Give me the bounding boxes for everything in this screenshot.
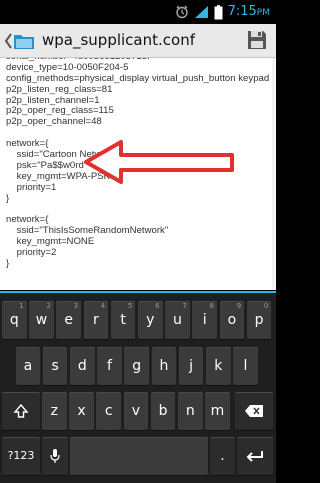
key-a-label: a bbox=[23, 358, 33, 374]
key-v-label: v bbox=[131, 403, 141, 419]
status-icons: 7:15PM bbox=[175, 3, 270, 21]
key-l-label: l bbox=[243, 358, 248, 374]
editor-line[interactable]: } bbox=[6, 258, 269, 270]
key-d-label: d bbox=[77, 358, 87, 374]
shift-icon bbox=[13, 403, 29, 418]
editor-scrollbar[interactable] bbox=[272, 58, 275, 290]
key-l[interactable]: l bbox=[233, 347, 258, 385]
editor-line[interactable]: p2p_listen_reg_class=81 bbox=[6, 84, 269, 96]
key-u[interactable]: u7 bbox=[165, 301, 190, 339]
keyboard-divider bbox=[0, 291, 276, 293]
key-q-label: q bbox=[9, 312, 19, 328]
enter-key[interactable] bbox=[237, 437, 273, 475]
key-e[interactable]: e3 bbox=[56, 301, 81, 339]
key-p-label: p bbox=[254, 312, 264, 328]
key-w[interactable]: w2 bbox=[29, 301, 54, 339]
key-x[interactable]: x bbox=[69, 392, 94, 430]
editor-line[interactable]: } bbox=[6, 193, 269, 205]
key-t[interactable]: t5 bbox=[110, 301, 136, 339]
key-p-hint: 0 bbox=[263, 302, 269, 310]
page-title: wpa_supplicant.conf bbox=[42, 31, 195, 49]
text-editor[interactable]: serial_number=4d0036e1203713fdevice_type… bbox=[0, 58, 276, 290]
status-bar: 7:15PM bbox=[0, 0, 276, 24]
editor-line[interactable]: priority=1 bbox=[6, 182, 269, 194]
clock: 7:15PM bbox=[227, 3, 270, 19]
signal-icon bbox=[194, 6, 208, 18]
key-y[interactable]: y6 bbox=[138, 301, 163, 339]
key-h[interactable]: h bbox=[151, 347, 177, 385]
key-i-label: i bbox=[202, 312, 207, 328]
key-r-hint: 4 bbox=[100, 302, 106, 310]
editor-line[interactable]: p2p_oper_channel=48 bbox=[6, 116, 269, 128]
key-i-hint: 8 bbox=[209, 302, 214, 310]
key-g-label: g bbox=[132, 358, 142, 374]
key-t-hint: 5 bbox=[127, 302, 133, 310]
up-caret-icon[interactable] bbox=[3, 32, 13, 50]
key-r-label: r bbox=[93, 312, 99, 328]
space-key[interactable] bbox=[70, 437, 208, 475]
key-j[interactable]: j bbox=[178, 347, 204, 385]
key-x-label: x bbox=[77, 403, 86, 419]
key-b-label: b bbox=[158, 403, 168, 419]
key-h-label: h bbox=[159, 358, 169, 374]
key-n-label: n bbox=[185, 403, 195, 419]
period-key-label: . bbox=[220, 448, 225, 464]
key-w-hint: 2 bbox=[46, 302, 51, 310]
key-m[interactable]: m bbox=[205, 392, 230, 430]
delete-key[interactable] bbox=[235, 392, 273, 430]
key-g[interactable]: g bbox=[124, 347, 149, 385]
key-n[interactable]: n bbox=[178, 392, 203, 430]
microphone-icon bbox=[50, 449, 60, 463]
key-d[interactable]: d bbox=[70, 347, 95, 385]
key-z-label: z bbox=[50, 403, 58, 419]
enter-icon bbox=[246, 451, 263, 462]
key-k-label: k bbox=[214, 358, 223, 374]
key-u-hint: 7 bbox=[182, 302, 187, 310]
key-i[interactable]: i8 bbox=[192, 301, 217, 339]
action-bar: wpa_supplicant.conf bbox=[0, 24, 276, 58]
backspace-icon bbox=[245, 405, 263, 417]
key-e-label: e bbox=[64, 312, 73, 328]
key-w-label: w bbox=[35, 312, 48, 328]
folder-icon[interactable] bbox=[13, 30, 35, 52]
editor-content[interactable]: serial_number=4d0036e1203713fdevice_type… bbox=[6, 58, 269, 270]
key-s-label: s bbox=[51, 358, 59, 374]
key-f[interactable]: f bbox=[97, 347, 122, 385]
key-a[interactable]: a bbox=[15, 347, 41, 385]
symbols-key-label: ?123 bbox=[7, 449, 35, 462]
key-s[interactable]: s bbox=[42, 347, 68, 385]
key-y-hint: 6 bbox=[155, 302, 160, 310]
symbols-key[interactable]: ?123 bbox=[2, 437, 40, 475]
key-q[interactable]: q1 bbox=[2, 301, 27, 339]
period-key[interactable]: . bbox=[210, 437, 235, 475]
key-r[interactable]: r4 bbox=[83, 301, 109, 339]
alarm-icon bbox=[175, 5, 188, 19]
battery-icon bbox=[214, 4, 223, 19]
key-o[interactable]: o9 bbox=[219, 301, 245, 339]
key-z[interactable]: z bbox=[42, 392, 67, 430]
key-k[interactable]: k bbox=[206, 347, 231, 385]
key-b[interactable]: b bbox=[150, 392, 176, 430]
key-t-label: t bbox=[120, 312, 126, 328]
soft-keyboard: q 1 w 2 e 3 r 4 t 5 y 6 u 7 i 8 o 9 p 0 a s d f g h j k l z x c v b n m ?123… bbox=[0, 291, 276, 483]
shift-key[interactable] bbox=[2, 392, 40, 430]
mic-key[interactable] bbox=[42, 437, 68, 475]
editor-line[interactable]: priority=2 bbox=[6, 247, 269, 259]
key-q-hint: 1 bbox=[19, 302, 24, 310]
key-m-label: m bbox=[210, 403, 225, 419]
key-o-label: o bbox=[227, 312, 237, 328]
key-c-label: c bbox=[104, 403, 113, 419]
key-e-hint: 3 bbox=[73, 302, 78, 310]
key-c[interactable]: c bbox=[96, 392, 121, 430]
key-o-hint: 9 bbox=[236, 302, 242, 310]
key-p[interactable]: p0 bbox=[246, 301, 272, 339]
key-y-label: y bbox=[146, 312, 155, 328]
key-j-label: j bbox=[189, 358, 194, 374]
floppy-disk-icon[interactable] bbox=[246, 29, 268, 51]
key-f-label: f bbox=[107, 358, 112, 374]
key-v[interactable]: v bbox=[123, 392, 149, 430]
key-u-label: u bbox=[173, 312, 182, 328]
